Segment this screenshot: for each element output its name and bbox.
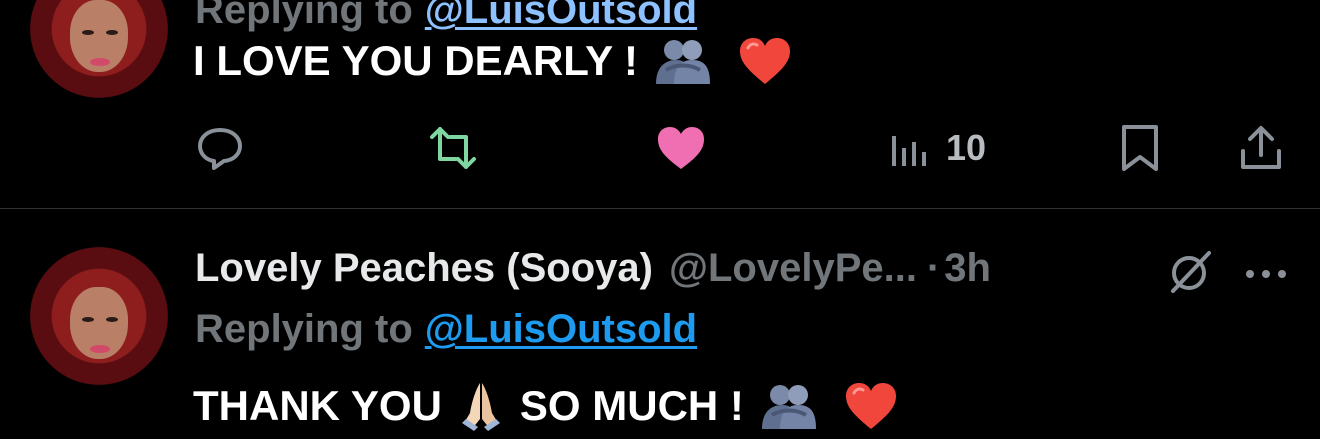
bookmark-icon [1122, 125, 1158, 171]
heart-filled-icon [658, 127, 704, 169]
replying-to-label: Replying to [195, 0, 413, 32]
replying-to: Replying to @LuisOutsold [195, 307, 697, 352]
mention-link[interactable]: @LuisOutsold [425, 0, 697, 32]
more-options-icon[interactable] [1240, 249, 1292, 299]
views-chart-icon [892, 136, 926, 166]
author-name[interactable]: Lovely Peaches (Sooya) [195, 246, 653, 291]
avatar-eye [82, 30, 94, 35]
bookmark-button[interactable] [1118, 118, 1162, 178]
tweet-text-part2: SO MUCH ! [519, 382, 744, 429]
like-button[interactable] [656, 118, 706, 178]
views-count: 10 [946, 127, 987, 168]
avatar-eye [106, 317, 118, 322]
tweet-text: I LOVE YOU DEARLY ! [193, 36, 792, 86]
share-button[interactable] [1238, 118, 1284, 178]
tweet-text-part1: THANK YOU [193, 382, 442, 429]
folded-hands-icon [461, 383, 500, 431]
mention-link[interactable]: @LuisOutsold [425, 307, 697, 351]
timestamp[interactable]: 3h [944, 246, 991, 291]
tweet-actions: 10 [0, 118, 1320, 178]
tweet-2[interactable]: Lovely Peaches (Sooya) @LovelyPe... · 3h… [0, 209, 1320, 439]
separator-dot: · [926, 245, 941, 290]
reply-button[interactable] [195, 118, 245, 178]
avatar[interactable] [30, 247, 168, 385]
author-handle[interactable]: @LovelyPe... [669, 246, 917, 291]
tweet-text: THANK YOU SO MUCH ! [193, 379, 898, 433]
avatar-lips [90, 58, 110, 66]
views-button[interactable]: 10 [888, 118, 986, 178]
share-icon [1241, 126, 1281, 169]
replying-to: Replying to @LuisOutsold [195, 0, 697, 33]
red-heart-icon [845, 383, 896, 429]
avatar[interactable] [30, 0, 168, 98]
replying-to-label: Replying to [195, 307, 413, 351]
retweet-icon [430, 127, 476, 169]
tweet-text-content: I LOVE YOU DEARLY ! [193, 37, 638, 84]
reply-icon [198, 128, 242, 170]
people-hugging-icon [761, 385, 816, 429]
avatar-lips [90, 345, 110, 353]
avatar-eye [106, 30, 118, 35]
retweet-button[interactable] [426, 118, 480, 178]
tweet-header: Lovely Peaches (Sooya) @LovelyPe... · 3h [195, 243, 991, 293]
tweet-1[interactable]: Replying to @LuisOutsold I LOVE YOU DEARL… [0, 0, 1320, 208]
grok-icon[interactable] [1165, 247, 1215, 297]
avatar-eye [82, 317, 94, 322]
people-hugging-icon [656, 40, 710, 84]
red-heart-icon [740, 38, 790, 84]
